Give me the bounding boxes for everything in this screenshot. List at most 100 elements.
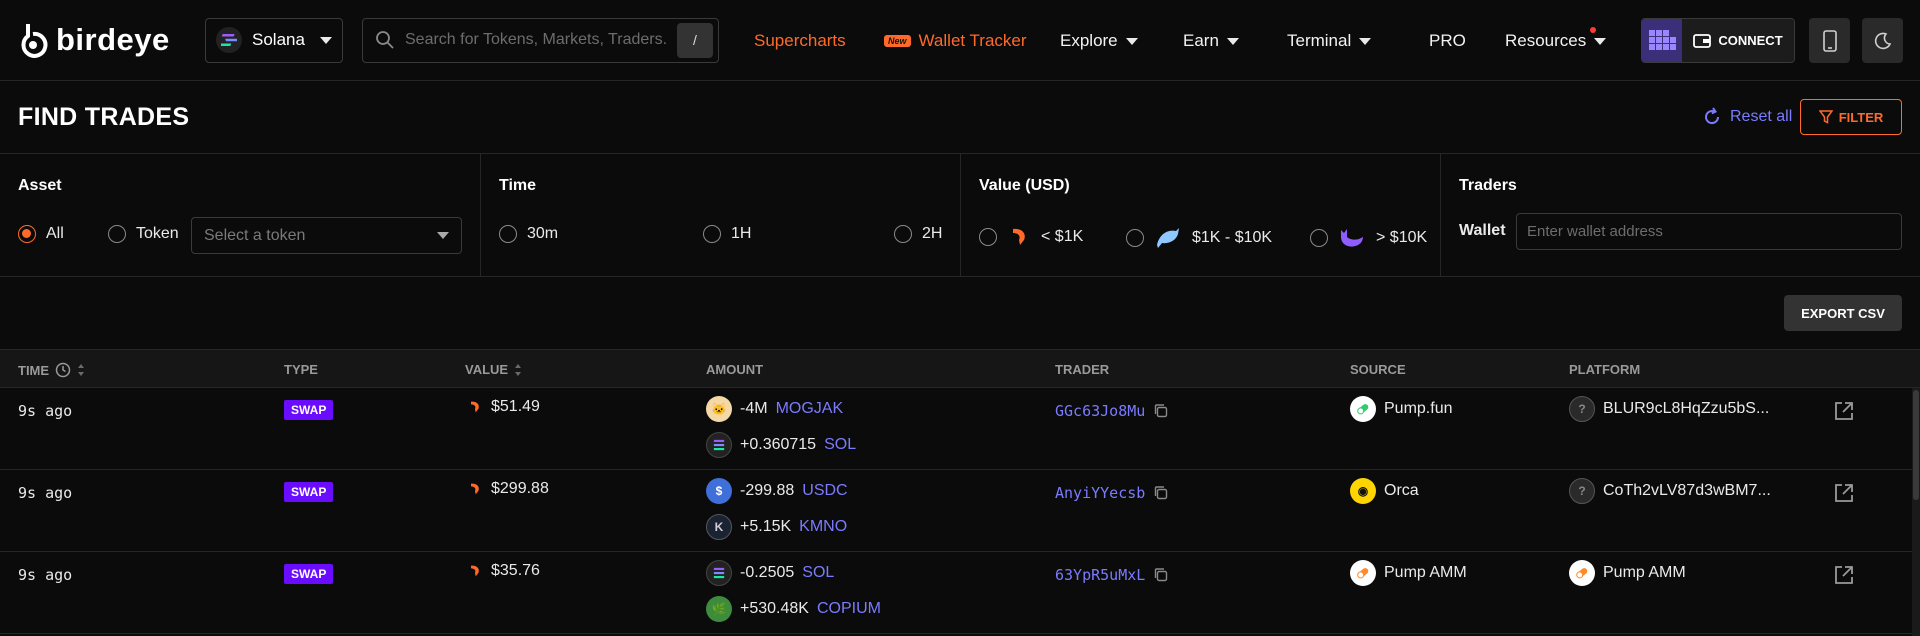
nav-resources-label: Resources	[1505, 31, 1587, 50]
sort-icon[interactable]	[514, 363, 522, 377]
time-1h-radio[interactable]: 1H	[703, 225, 751, 243]
unknown-platform-icon: ?	[1569, 478, 1595, 504]
asset-filter: Asset	[0, 154, 481, 276]
usdc-token-icon: $	[706, 478, 732, 504]
traders-filter-title: Traders	[1459, 177, 1517, 194]
trade-platform-label[interactable]: Pump AMM	[1603, 564, 1686, 582]
token-select[interactable]: Select a token	[191, 217, 462, 254]
trade-value: $299.88	[467, 480, 549, 498]
amount-out-token[interactable]: USDC	[802, 482, 847, 500]
trade-time: 9s ago	[18, 402, 73, 420]
table-scrollbar-thumb[interactable]	[1913, 390, 1919, 500]
theme-toggle-button[interactable]	[1862, 18, 1903, 63]
refresh-icon	[1705, 107, 1720, 125]
amount-in: +0.360715 SOL	[706, 432, 856, 458]
trader-address[interactable]: GGc63Jo8Mu	[1055, 402, 1169, 420]
asset-token-radio[interactable]: Token	[108, 225, 179, 243]
radio-unselected[interactable]	[1310, 229, 1328, 247]
solana-icon	[216, 27, 242, 53]
mobile-app-button[interactable]	[1809, 18, 1850, 63]
filter-label: FILTER	[1838, 109, 1884, 125]
chevron-down-icon	[1125, 37, 1138, 45]
trade-platform: ? CoTh2vLV87d3wBM7...	[1569, 478, 1771, 504]
birdeye-logo[interactable]: birdeye	[18, 22, 193, 58]
swap-badge: SWAP	[284, 564, 334, 584]
trade-platform-label[interactable]: BLUR9cL8HqZzu5bS...	[1603, 400, 1769, 418]
value-lt-1k-radio[interactable]: < $1K	[979, 225, 1083, 249]
amount-out-token[interactable]: SOL	[802, 564, 834, 582]
column-time[interactable]: TIME	[18, 362, 85, 378]
orca-icon: ◉	[1350, 478, 1376, 504]
trader-address[interactable]: AnyiYYecsb	[1055, 484, 1169, 502]
wallet-address-input[interactable]	[1516, 213, 1902, 250]
connect-button[interactable]: CONNECT	[1682, 19, 1794, 62]
trade-source: ◉ Orca	[1350, 478, 1419, 504]
amount-in-token[interactable]: COPIUM	[817, 600, 881, 618]
column-time-label: TIME	[18, 362, 50, 378]
connect-wallet[interactable]: CONNECT	[1641, 18, 1795, 63]
nav-terminal[interactable]: Terminal	[1287, 31, 1372, 51]
asset-all-label: All	[46, 225, 64, 242]
trade-platform: ? BLUR9cL8HqZzu5bS...	[1569, 396, 1769, 422]
export-row: EXPORT CSV	[0, 277, 1920, 350]
external-link-icon[interactable]	[1833, 564, 1855, 586]
nav-wallet-tracker[interactable]: New Wallet Tracker	[884, 31, 1027, 51]
radio-unselected[interactable]	[1126, 229, 1144, 247]
trade-value-amount: $299.88	[491, 480, 549, 497]
shrimp-icon	[471, 483, 479, 495]
amount-in-token[interactable]: SOL	[824, 436, 856, 454]
radio-unselected[interactable]	[979, 228, 997, 246]
trader-address[interactable]: 63YpR5uMxL	[1055, 566, 1169, 584]
asset-filter-title: Asset	[18, 177, 62, 194]
mobile-icon	[1822, 29, 1837, 52]
chain-selector[interactable]: Solana	[205, 17, 343, 63]
trade-source: Pump.fun	[1350, 396, 1452, 422]
dolphin-icon	[1157, 228, 1179, 248]
asset-all-radio[interactable]: All	[18, 225, 64, 243]
copy-icon[interactable]	[1153, 403, 1169, 419]
radio-unselected[interactable]	[703, 225, 721, 243]
column-value[interactable]: VALUE	[465, 362, 522, 377]
search-box[interactable]: /	[362, 17, 719, 63]
amount-in-token[interactable]: KMNO	[799, 518, 847, 536]
pump-amm-icon	[1569, 560, 1595, 586]
search-input[interactable]	[405, 31, 667, 49]
table-row[interactable]: 9s ago SWAP $35.76 -0.2505 SOL 🌿 +530.48…	[0, 552, 1920, 634]
nav-earn[interactable]: Earn	[1183, 31, 1239, 51]
sort-icon[interactable]	[77, 363, 85, 377]
value-filter-title: Value (USD)	[979, 177, 1070, 194]
time-2h-radio[interactable]: 2H	[894, 225, 942, 243]
radio-unselected[interactable]	[499, 225, 517, 243]
external-link-icon[interactable]	[1833, 482, 1855, 504]
solana-token-icon	[706, 432, 732, 458]
filter-button[interactable]: FILTER	[1800, 99, 1902, 135]
search-icon	[376, 31, 394, 49]
unknown-platform-icon: ?	[1569, 396, 1595, 422]
export-csv-button[interactable]: EXPORT CSV	[1784, 295, 1902, 331]
nav-pro[interactable]: PRO	[1429, 31, 1466, 51]
trade-platform-label[interactable]: CoTh2vLV87d3wBM7...	[1603, 482, 1771, 500]
amount-out: $ -299.88 USDC	[706, 478, 848, 504]
radio-unselected[interactable]	[108, 225, 126, 243]
copy-icon[interactable]	[1153, 485, 1169, 501]
external-link-icon[interactable]	[1833, 400, 1855, 422]
reset-all-button[interactable]: Reset all	[1702, 107, 1792, 127]
value-1k-10k-radio[interactable]: $1K - $10K	[1126, 225, 1272, 251]
time-filter: Time	[481, 154, 961, 276]
kmno-token-icon: K	[706, 514, 732, 540]
time-30m-radio[interactable]: 30m	[499, 225, 558, 243]
new-badge: New	[884, 35, 911, 47]
asset-token-label: Token	[136, 225, 179, 242]
table-row[interactable]: 9s ago SWAP $299.88 $ -299.88 USDC K +5.…	[0, 470, 1920, 552]
chevron-down-icon	[437, 232, 449, 239]
radio-unselected[interactable]	[894, 225, 912, 243]
table-row[interactable]: 9s ago SWAP $51.49 🐱 -4M MOGJAK +0.36071…	[0, 388, 1920, 470]
value-gt-10k-radio[interactable]: > $10K	[1310, 225, 1427, 251]
nav-explore[interactable]: Explore	[1060, 31, 1138, 51]
trade-type: SWAP	[284, 482, 334, 502]
copy-icon[interactable]	[1153, 567, 1169, 583]
nav-supercharts[interactable]: Supercharts	[754, 31, 846, 51]
radio-selected[interactable]	[18, 225, 36, 243]
amount-out-token[interactable]: MOGJAK	[776, 400, 844, 418]
nav-resources[interactable]: Resources	[1505, 27, 1607, 51]
